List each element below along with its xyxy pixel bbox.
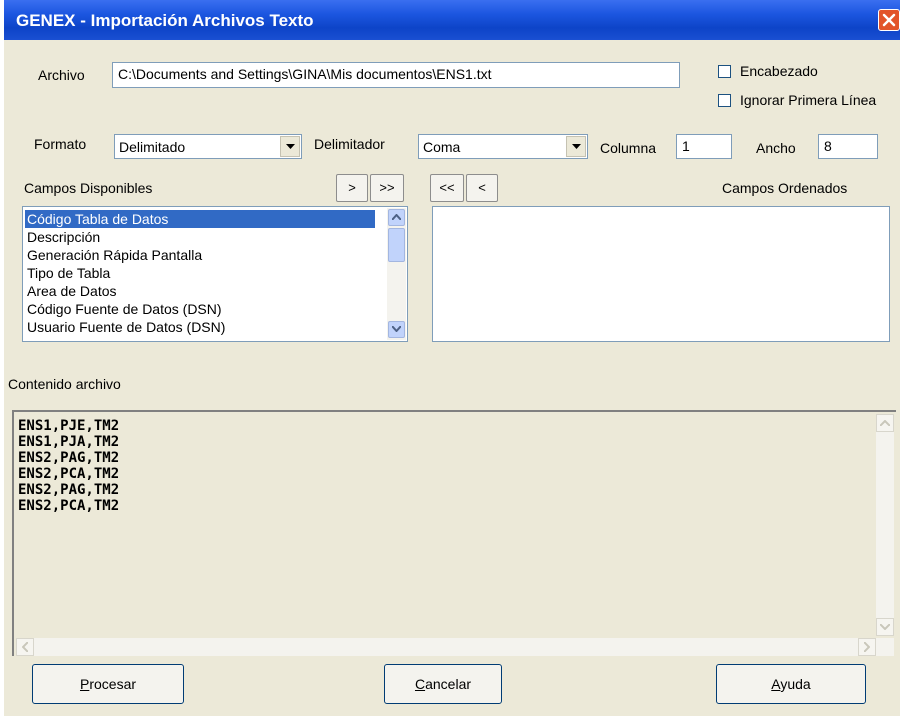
cancelar-button[interactable]: Cancelar — [384, 664, 502, 704]
content-scroll-up-button[interactable] — [876, 414, 894, 432]
add-all-fields-button[interactable]: >> — [370, 174, 404, 202]
arrow-right-icon — [864, 642, 870, 652]
title-bar[interactable]: GENEX - Importación Archivos Texto — [4, 0, 900, 40]
list-item[interactable]: Generación Rápida Pantalla — [27, 246, 202, 264]
file-line: ENS2,PCA,TM2 — [18, 466, 120, 482]
delimitador-value: Coma — [423, 139, 461, 155]
list-item[interactable]: Descripción — [27, 228, 100, 246]
encabezado-label: Encabezado — [740, 63, 818, 79]
remove-field-button[interactable]: < — [466, 174, 498, 202]
list-item[interactable]: Código Tabla de Datos — [25, 210, 375, 228]
remove-all-fields-button[interactable]: << — [430, 174, 464, 202]
file-line: ENS2,PCA,TM2 — [18, 498, 120, 514]
campos-ordenados-label: Campos Ordenados — [722, 180, 848, 196]
arrow-down-icon — [392, 326, 401, 332]
file-line: ENS1,PJE,TM2 — [18, 418, 120, 434]
arrow-up-icon — [880, 420, 890, 426]
arrow-up-icon — [392, 214, 401, 220]
formato-value: Delimitado — [119, 139, 186, 155]
content-scroll-down-button[interactable] — [876, 618, 894, 636]
ignorar-primera-linea-checkbox[interactable] — [718, 94, 731, 107]
archivo-label: Archivo — [38, 67, 85, 83]
content-scroll-left-button[interactable] — [16, 638, 34, 656]
list-item[interactable]: Usuario Fuente de Datos (DSN) — [27, 318, 225, 336]
list-scrollbar[interactable] — [387, 208, 406, 340]
contenido-archivo-text[interactable]: ENS1,PJE,TM2 ENS1,PJA,TM2 ENS2,PAG,TM2 E… — [12, 410, 896, 656]
procesar-mnemonic: P — [79, 676, 90, 692]
delimitador-dropdown-button[interactable] — [566, 136, 586, 157]
archivo-input[interactable]: C:\Documents and Settings\GINA\Mis docum… — [112, 62, 680, 88]
arrow-down-icon — [880, 624, 890, 630]
ayuda-mnemonic: A — [771, 676, 781, 692]
close-icon — [882, 13, 896, 27]
cancelar-mnemonic: C — [414, 676, 426, 692]
content-hscrollbar[interactable] — [16, 638, 894, 656]
columna-input[interactable]: 1 — [676, 134, 732, 159]
formato-label: Formato — [34, 136, 87, 152]
campos-ordenados-list[interactable] — [432, 206, 890, 342]
ancho-label: Ancho — [756, 140, 796, 156]
list-item[interactable]: Código Fuente de Datos (DSN) — [27, 300, 222, 318]
chevron-down-icon — [572, 144, 581, 149]
delimitador-label: Delimitador — [314, 136, 385, 152]
list-item[interactable]: Area de Datos — [27, 282, 117, 300]
campos-disponibles-list[interactable]: Código Tabla de Datos Descripción Genera… — [22, 206, 408, 342]
formato-select[interactable]: Delimitado — [114, 134, 302, 159]
file-line: ENS1,PJA,TM2 — [18, 434, 120, 450]
content-scroll-right-button[interactable] — [858, 638, 876, 656]
formato-dropdown-button[interactable] — [280, 136, 300, 157]
import-dialog: GENEX - Importación Archivos Texto Archi… — [4, 0, 900, 716]
campos-disponibles-label: Campos Disponibles — [24, 180, 153, 196]
scroll-down-button[interactable] — [388, 321, 405, 338]
procesar-label: rocesar — [89, 676, 137, 692]
encabezado-checkbox[interactable] — [718, 65, 731, 78]
content-vscrollbar[interactable] — [876, 414, 894, 636]
chevron-down-icon — [286, 144, 295, 149]
scroll-up-button[interactable] — [388, 209, 405, 226]
ancho-input[interactable]: 8 — [818, 134, 878, 159]
scroll-thumb[interactable] — [388, 228, 405, 262]
file-line: ENS2,PAG,TM2 — [18, 450, 120, 466]
delimitador-select[interactable]: Coma — [418, 134, 588, 159]
list-item[interactable]: Tipo de Tabla — [27, 264, 110, 282]
add-field-button[interactable]: > — [336, 174, 368, 202]
ayuda-label: yuda — [780, 676, 811, 692]
cancelar-label: ancelar — [425, 676, 472, 692]
contenido-archivo-label: Contenido archivo — [8, 376, 121, 392]
close-button[interactable] — [878, 9, 900, 31]
columna-label: Columna — [600, 140, 657, 156]
file-content: ENS1,PJE,TM2 ENS1,PJA,TM2 ENS2,PAG,TM2 E… — [18, 418, 119, 514]
arrow-left-icon — [22, 642, 28, 652]
procesar-button[interactable]: Procesar — [32, 664, 184, 704]
window-title: GENEX - Importación Archivos Texto — [16, 11, 314, 30]
file-line: ENS2,PAG,TM2 — [18, 482, 120, 498]
ayuda-button[interactable]: Ayuda — [716, 664, 866, 704]
ignorar-primera-linea-label: Ignorar Primera Línea — [740, 92, 877, 108]
